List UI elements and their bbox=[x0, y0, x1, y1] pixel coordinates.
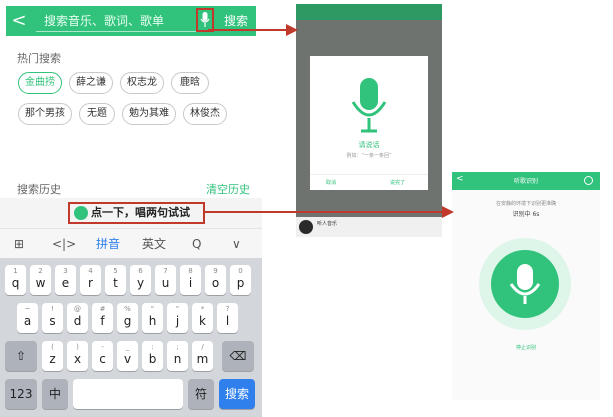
annotation-arrows bbox=[205, 24, 454, 218]
